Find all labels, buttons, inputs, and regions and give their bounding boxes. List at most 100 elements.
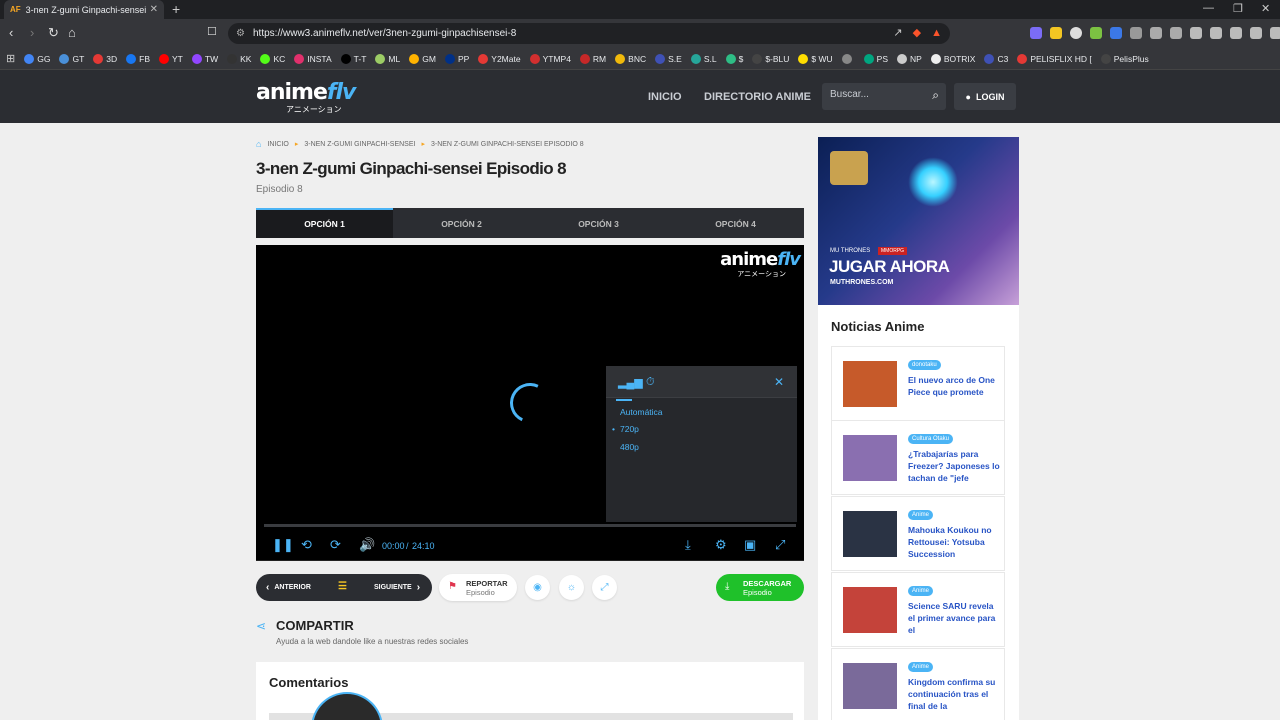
episode-list-icon[interactable]: ☰ — [338, 581, 347, 592]
bookmark-item[interactable]: T-T — [340, 53, 366, 64]
site-info-icon[interactable]: ⚙ — [236, 23, 245, 44]
bookmark-item[interactable]: KK — [227, 53, 251, 64]
news-item[interactable]: Anime Science SARU revela el primer avan… — [831, 572, 1005, 647]
eye-icon[interactable]: ◉ — [525, 575, 550, 600]
news-item[interactable]: Anime Kingdom confirma su continuación t… — [831, 648, 1005, 720]
download-button[interactable]: ⤓ DESCARGAR Episodio — [716, 574, 804, 601]
expand-icon[interactable]: ⤢ — [592, 575, 617, 600]
next-episode-button[interactable]: SIGUIENTE › — [374, 582, 420, 593]
apps-icon[interactable]: ⊞ — [6, 52, 15, 65]
bookmark-item[interactable]: PS — [863, 53, 888, 64]
bookmark-item[interactable]: S.L — [690, 53, 717, 64]
news-item[interactable]: Anime Mahouka Koukou no Rettousei: Yotsu… — [831, 496, 1005, 571]
bookmark-item[interactable]: GM — [409, 53, 436, 64]
lightbulb-icon[interactable]: ☼ — [559, 575, 584, 600]
news-headline[interactable]: Science SARU revela el primer avance par… — [908, 600, 1000, 636]
site-logo[interactable]: animeflv — [256, 80, 356, 105]
extension-icon[interactable] — [1070, 27, 1082, 39]
nav-home-link[interactable]: INICIO — [648, 91, 682, 103]
extensions-icon[interactable] — [1170, 27, 1182, 39]
news-headline[interactable]: Kingdom confirma su continuación tras el… — [908, 676, 1000, 712]
bookmark-item[interactable]: PP — [444, 53, 469, 64]
brave-rewards-icon[interactable]: ▲ — [931, 23, 942, 44]
news-headline[interactable]: El nuevo arco de One Piece que promete — [908, 374, 1000, 398]
breadcrumb-home[interactable]: INICIO — [267, 141, 288, 148]
share-page-icon[interactable]: ↗ — [893, 23, 902, 44]
news-item[interactable]: donotaku El nuevo arco de One Piece que … — [831, 346, 1005, 421]
bookmark-item[interactable]: BOTRIX — [930, 53, 975, 64]
breadcrumb-anime[interactable]: 3-NEN Z-GUMI GINPACHI-SENSEI — [304, 141, 415, 148]
report-button[interactable]: ⚑ REPORTAR Episodio — [439, 574, 517, 601]
sidebar-ad[interactable]: MU THRONES MMORPG JUGAR AHORA MUTHRONES.… — [818, 137, 1019, 305]
bookmark-item[interactable]: INSTA — [294, 53, 332, 64]
wallet-icon[interactable] — [1210, 27, 1222, 39]
bookmark-item[interactable]: S.E — [655, 53, 682, 64]
quality-option-720p[interactable]: 720p — [612, 424, 639, 434]
bookmark-item[interactable]: KC — [260, 53, 285, 64]
bookmark-item[interactable]: PelisPlus — [1100, 53, 1149, 64]
bookmark-item[interactable]: YT — [159, 53, 183, 64]
nav-directory-link[interactable]: DIRECTORIO ANIME — [704, 91, 811, 103]
forward-10-icon[interactable]: ⟳ — [330, 537, 341, 553]
picture-in-picture-icon[interactable]: ▣ — [744, 537, 756, 553]
search-input[interactable] — [830, 89, 920, 100]
fullscreen-icon[interactable]: ⤢ — [775, 537, 785, 553]
bookmark-item[interactable]: GT — [59, 53, 84, 64]
brave-shields-icon[interactable]: ◆ — [913, 23, 921, 44]
volume-icon[interactable]: 🔊 — [359, 537, 375, 553]
quality-option-480p[interactable]: 480p — [620, 442, 639, 452]
extension-icon[interactable] — [1030, 27, 1042, 39]
bookmark-item[interactable]: ML — [375, 53, 400, 64]
bookmark-item[interactable]: RM — [579, 53, 606, 64]
tab-option-2[interactable]: OPCIÓN 2 — [393, 210, 530, 238]
extension-icon[interactable] — [1150, 27, 1162, 39]
video-player[interactable]: animeflv アニメーション ▂▄▆ ⏱ ✕ Automática 720p… — [256, 245, 804, 561]
settings-gear-icon[interactable]: ⚙ — [715, 537, 727, 553]
search-icon[interactable]: ⌕ — [932, 88, 939, 103]
bookmark-item[interactable]: $ WU — [798, 53, 833, 64]
sidebar-icon[interactable] — [1190, 27, 1202, 39]
tab-option-1[interactable]: OPCIÓN 1 — [256, 208, 393, 238]
tab-option-3[interactable]: OPCIÓN 3 — [530, 210, 667, 238]
news-item[interactable]: Cultura Otaku ¿Trabajarías para Freezer?… — [831, 420, 1005, 495]
news-headline[interactable]: Mahouka Koukou no Rettousei: Yotsuba Suc… — [908, 524, 1000, 560]
news-headline[interactable]: ¿Trabajarías para Freezer? Japoneses lo … — [908, 448, 1000, 484]
menu-icon[interactable] — [1270, 27, 1280, 39]
extension-icon[interactable] — [1090, 27, 1102, 39]
seek-bar[interactable] — [264, 524, 796, 527]
home-icon[interactable]: ⌂ — [256, 139, 261, 149]
bookmark-item[interactable]: $ — [725, 53, 743, 64]
bookmark-item[interactable]: PELISFLIX HD [ — [1017, 53, 1092, 64]
tab-option-4[interactable]: OPCIÓN 4 — [667, 210, 804, 238]
previous-episode-button[interactable]: ‹ ANTERIOR — [266, 582, 311, 593]
settings-icon[interactable] — [1230, 27, 1242, 39]
minimize-icon[interactable]: — — [1203, 2, 1214, 14]
bookmark-icon[interactable]: ☐ — [207, 25, 217, 38]
playback-speed-icon[interactable]: ⏱ — [646, 376, 655, 389]
extension-icon[interactable] — [1130, 27, 1142, 39]
close-icon[interactable]: ✕ — [774, 375, 784, 389]
pause-icon[interactable]: ❚❚ — [272, 537, 294, 553]
rewind-10-icon[interactable]: ⟲ — [301, 537, 312, 553]
maximize-icon[interactable]: ❐ — [1233, 2, 1243, 15]
bookmark-item[interactable]: YTMP4 — [529, 53, 571, 64]
new-tab-icon[interactable]: + — [172, 1, 180, 17]
close-window-icon[interactable]: ✕ — [1261, 2, 1270, 15]
quality-option-auto[interactable]: Automática — [620, 407, 663, 417]
address-bar[interactable]: ⚙ https://www3.animeflv.net/ver/3nen-zgu… — [228, 23, 950, 44]
bookmark-item[interactable]: FB — [126, 53, 150, 64]
extension-icon[interactable] — [1110, 27, 1122, 39]
signal-bars-icon[interactable]: ▂▄▆ — [616, 376, 643, 401]
extension-icon[interactable] — [1050, 27, 1062, 39]
bookmark-item[interactable]: C3 — [984, 53, 1008, 64]
bookmark-item[interactable]: Y2Mate — [478, 53, 521, 64]
close-tab-icon[interactable]: ✕ — [150, 4, 158, 15]
download-icon[interactable]: ⤓ — [685, 537, 691, 553]
bookmark-item[interactable] — [841, 53, 855, 64]
browser-tab[interactable]: AF 3-nen Z-gumi Ginpachi-sensei E ✕ — [4, 0, 164, 19]
vpn-icon[interactable] — [1250, 27, 1262, 39]
forward-icon[interactable]: › — [30, 25, 34, 40]
bookmark-item[interactable]: 3D — [93, 53, 117, 64]
bookmark-item[interactable]: $-BLU — [752, 53, 789, 64]
reload-icon[interactable]: ↻ — [48, 25, 59, 41]
